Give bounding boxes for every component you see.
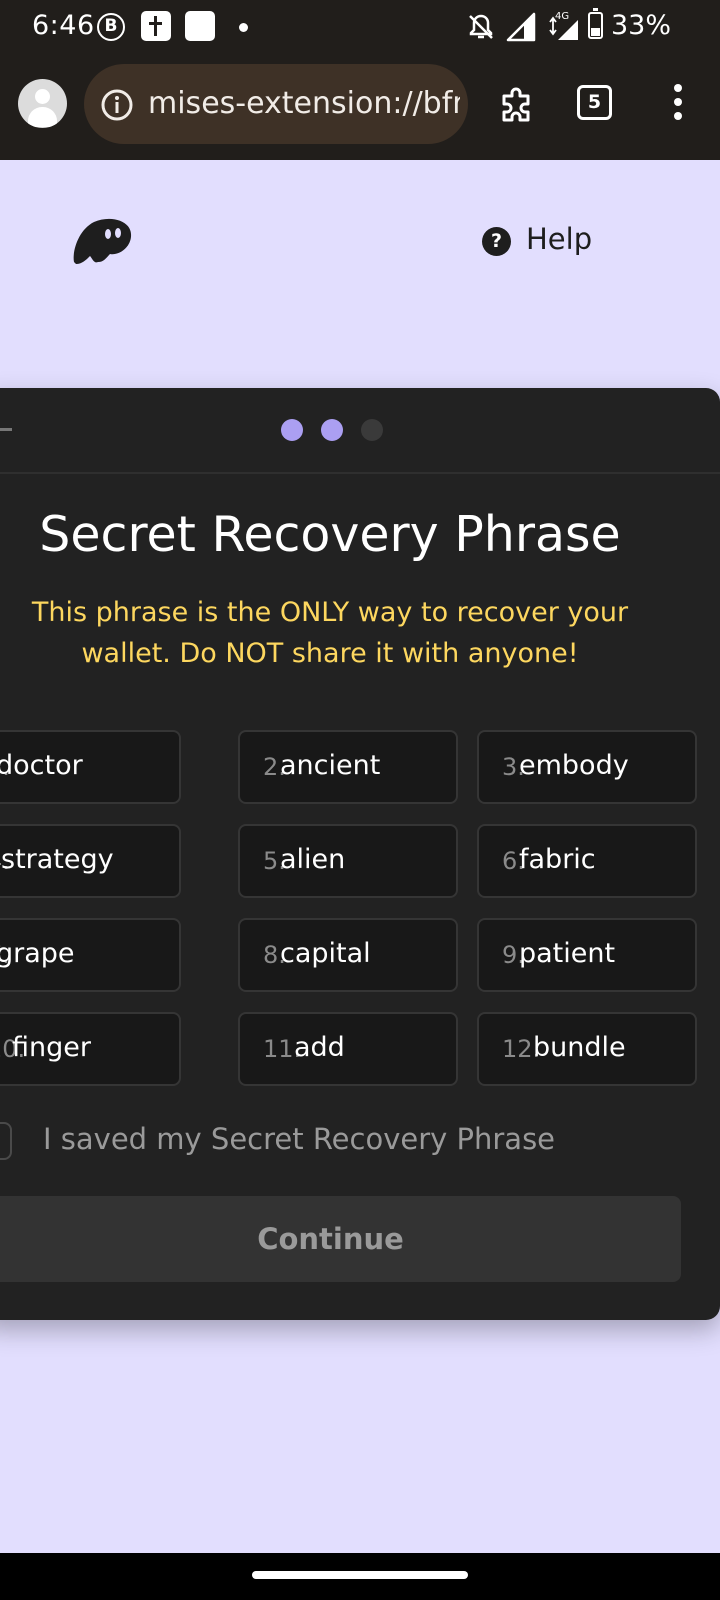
mute-icon [466,12,496,46]
word-text: add [294,1032,345,1063]
saved-phrase-checkbox[interactable] [0,1122,12,1160]
battery-icon [588,8,603,39]
url-text[interactable]: mises-extension://bfr [148,86,460,121]
network-badge-text: 4G [555,11,569,22]
step-dot-upcoming [361,419,383,441]
recovery-word-tile: 1.doctor [0,730,181,804]
navigation-bar [0,1553,720,1600]
page-title: Secret Recovery Phrase [39,506,621,563]
recovery-word-tile: 4.strategy [0,824,181,898]
info-icon[interactable] [100,88,134,126]
step-dot-current [321,419,343,441]
word-text: strategy [1,844,114,875]
step-dot-completed [281,419,303,441]
warning-text: This phrase is the ONLY way to recover y… [31,597,629,669]
recovery-word-tile: 10.finger [0,1012,181,1086]
word-text: alien [280,844,346,875]
recovery-word-tile: 9. patient [477,918,697,992]
word-text: doctor [0,750,83,781]
word-text: grape [0,938,75,969]
status-time: 6:46 [32,10,95,41]
signal-icon [506,12,536,46]
word-text: fabric [519,844,596,875]
word-text: finger [12,1032,91,1063]
continue-button[interactable]: Continue [0,1196,681,1282]
cross-notification-icon [141,11,171,41]
help-icon: ? [482,227,511,256]
recovery-word-tile: 3. embody [477,730,697,804]
battery-level: 33% [611,10,672,41]
lte-signal-icon: 4G [546,10,580,46]
wallet-logo [70,214,134,270]
battery-fill [591,28,600,36]
divider [0,472,720,474]
word-text: patient [519,938,616,969]
word-text: embody [519,750,629,781]
status-bar: 6:46 B 4G 33% [0,0,720,54]
browser-toolbar: mises-extension://bfr 5 [0,54,720,160]
recovery-word-tile: 2. ancient [238,730,458,804]
url-bar[interactable]: mises-extension://bfr [84,64,468,144]
home-gesture-handle[interactable] [252,1571,468,1579]
avatar-head [35,89,50,104]
recovery-word-tile: 6. fabric [477,824,697,898]
step-indicator [281,419,383,441]
recovery-word-tile: 12. bundle [477,1012,697,1086]
extensions-icon[interactable] [496,82,538,128]
back-button[interactable] [0,428,12,431]
square-notification-icon [185,11,215,41]
saved-phrase-label[interactable]: I saved my Secret Recovery Phrase [43,1122,555,1156]
word-text: ancient [280,750,381,781]
b-badge-icon: B [97,13,125,41]
tabs-icon[interactable]: 5 [577,85,612,120]
dot-icon [239,23,248,32]
avatar-body [28,107,57,127]
recovery-word-tile: 5. alien [238,824,458,898]
recovery-word-tile: 7.grape [0,918,181,992]
recovery-word-tile: 8. capital [238,918,458,992]
more-menu-icon[interactable] [668,82,688,122]
help-label[interactable]: Help [526,222,592,256]
profile-avatar-icon[interactable] [18,79,67,128]
recovery-phrase-card: Secret Recovery Phrase This phrase is th… [0,388,720,1320]
word-text: capital [280,938,371,969]
recovery-word-tile: 11. add [238,1012,458,1086]
word-text: bundle [533,1032,626,1063]
recovery-word-grid: 1.doctor 2.ancient 3.embody 4.strategy 5.ali… [0,730,700,1090]
